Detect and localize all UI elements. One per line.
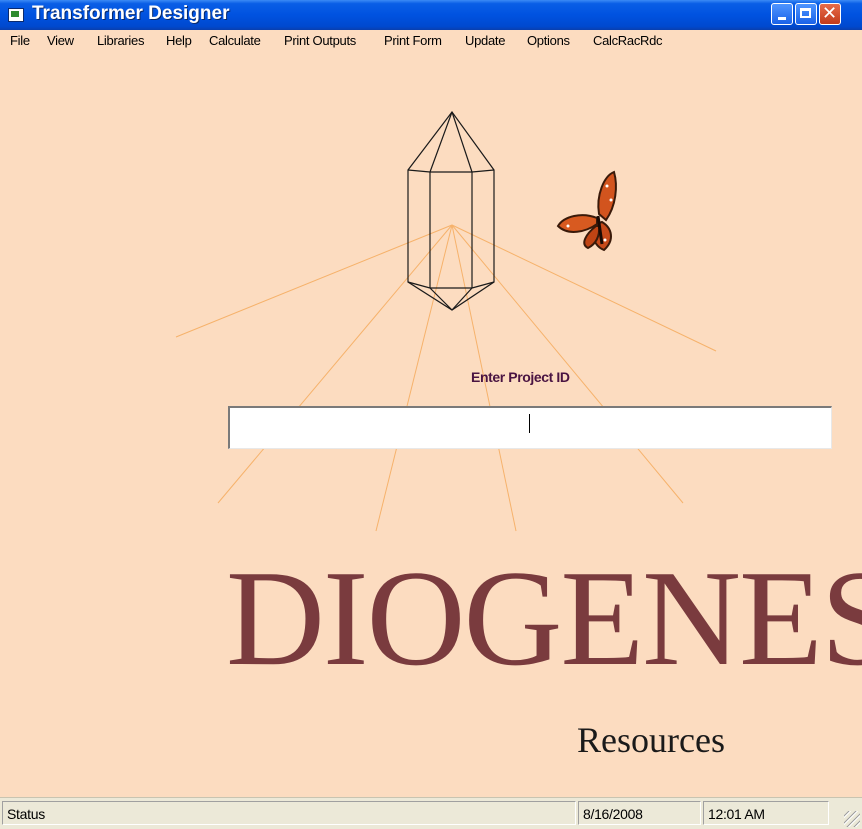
- crystal-drawing: [407, 110, 495, 311]
- status-time: 12:01 AM: [708, 806, 765, 822]
- project-id-input[interactable]: [228, 406, 832, 449]
- brand-subtitle: Resources: [577, 720, 725, 760]
- text-caret: [529, 414, 530, 433]
- status-time-panel: 12:01 AM: [703, 801, 829, 825]
- status-text-panel: Status: [2, 801, 576, 825]
- status-date: 8/16/2008: [583, 806, 643, 822]
- status-bar: Status 8/16/2008 12:01 AM: [0, 797, 862, 829]
- project-id-label: Enter Project ID: [471, 369, 570, 385]
- app-window: Transformer Designer ✕ File View Librari…: [0, 0, 862, 829]
- status-date-panel: 8/16/2008: [578, 801, 701, 825]
- light-rays: [175, 224, 717, 532]
- status-text: Status: [7, 806, 45, 822]
- butterfly-image: [556, 170, 617, 252]
- brand-title: DIOGENES: [226, 542, 862, 694]
- resize-grip-icon[interactable]: [844, 811, 860, 827]
